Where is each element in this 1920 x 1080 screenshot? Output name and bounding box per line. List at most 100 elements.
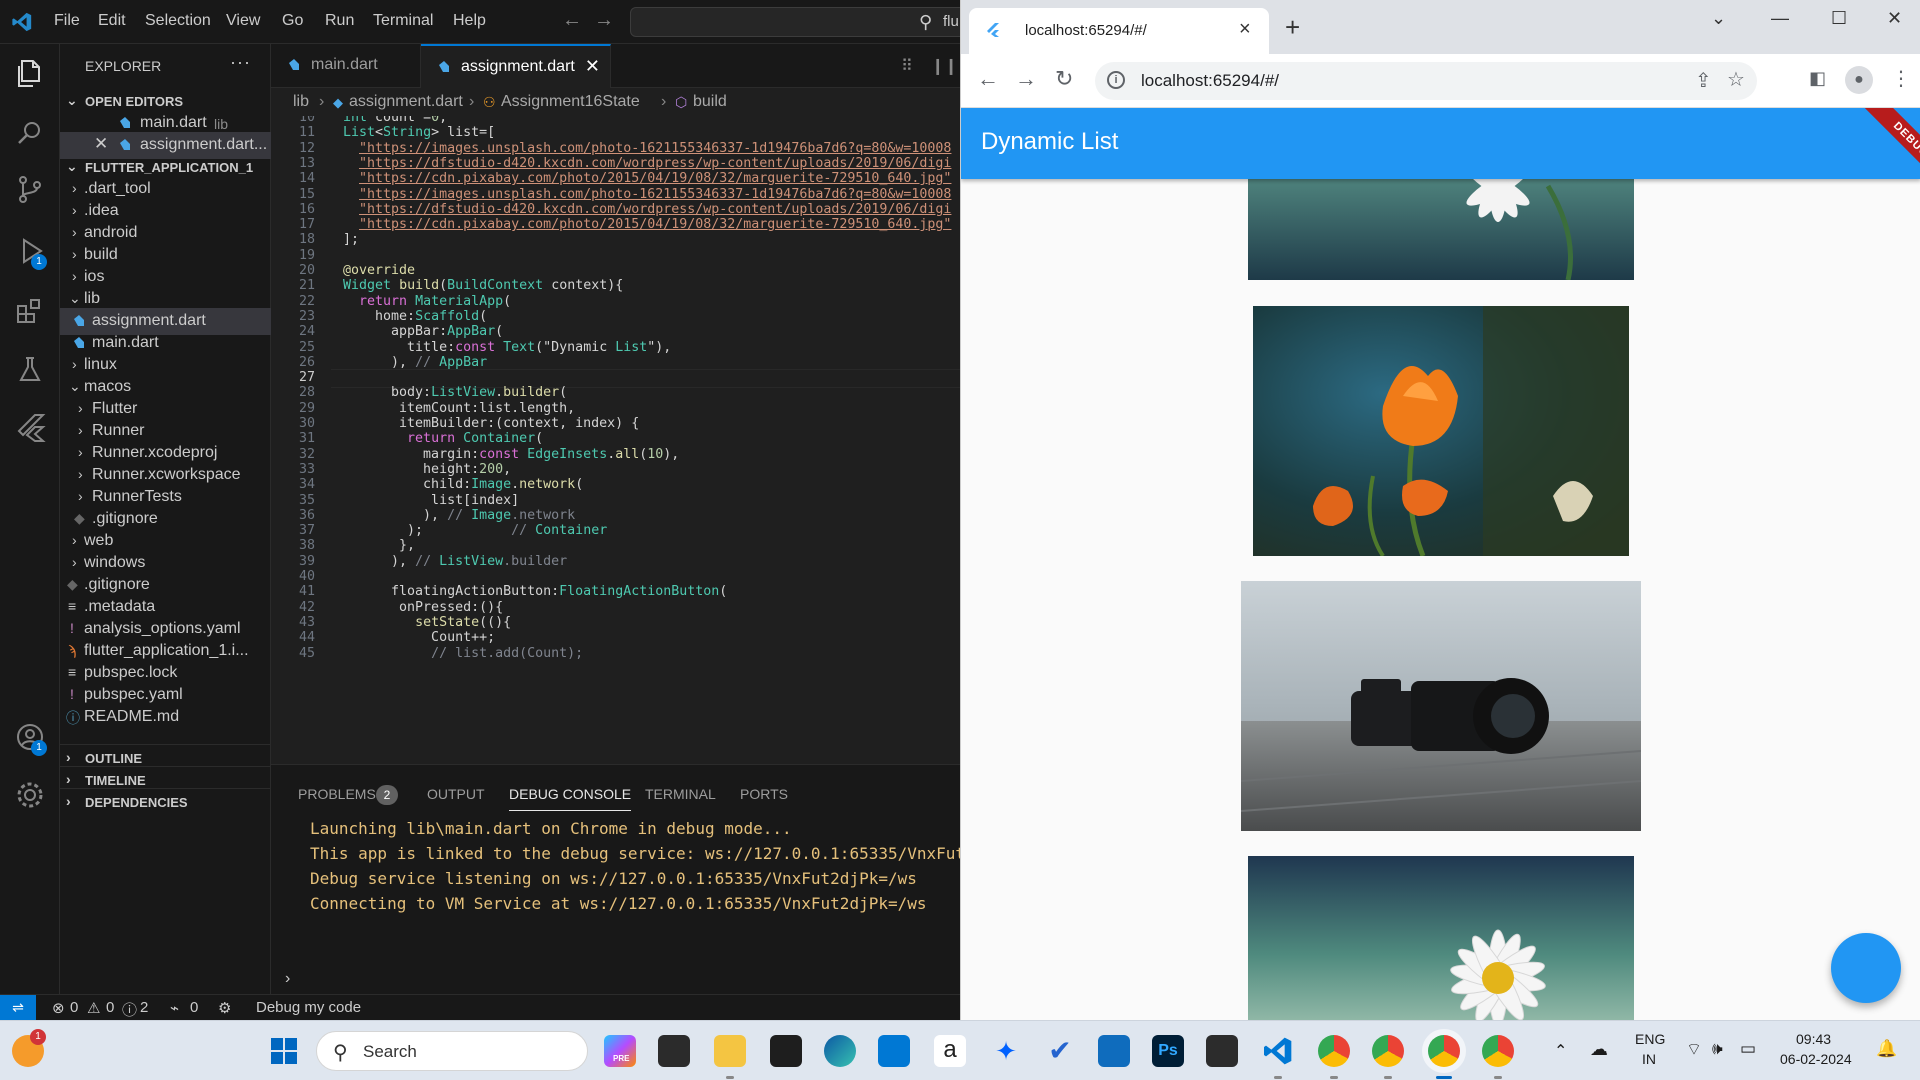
menu-run[interactable]: Run [325,12,354,30]
console-input-chevron-icon[interactable]: › [285,970,290,988]
testing-icon[interactable] [13,352,47,386]
chevron-down-icon: ⌄ [69,378,81,394]
volume-icon[interactable]: 🕪 [1712,1039,1723,1059]
dependencies-section[interactable]: › DEPENDENCIES [60,788,271,815]
error-icon[interactable]: ⊗ [52,999,65,1017]
browser-tab[interactable]: localhost:65294/#/ × [969,8,1269,54]
site-info-icon[interactable]: i [1107,71,1125,89]
chrome-icon[interactable] [1482,1035,1514,1067]
split-editor-icon[interactable]: ⠿ [901,56,913,76]
tab-output[interactable]: OUTPUT [427,786,485,802]
menu-file[interactable]: File [54,12,80,30]
reload-icon[interactable]: ↻ [1055,66,1073,92]
search-icon[interactable] [13,116,47,150]
taskbar-search[interactable]: ⚲ Search [316,1031,588,1071]
floating-action-button[interactable] [1831,933,1901,1003]
onedrive-cloud-icon[interactable]: ☁ [1590,1039,1608,1060]
edge-icon[interactable] [824,1035,856,1067]
pause-icon[interactable]: ❙❙ [931,56,958,76]
menu-terminal[interactable]: Terminal [373,12,433,30]
minimize-icon[interactable]: — [1771,8,1789,29]
close-tab-icon[interactable]: × [1239,18,1251,41]
chrome-active-icon[interactable] [1428,1035,1460,1067]
warning-icon[interactable]: ⚠ [87,999,100,1017]
flutter-icon[interactable] [13,410,47,444]
menu-go[interactable]: Go [282,12,303,30]
explorer-icon[interactable] [13,56,47,90]
copilot-icon[interactable]: PRE [604,1035,636,1067]
profile-avatar[interactable]: ● [1845,66,1873,94]
chevron-up-icon[interactable]: ⌃ [1554,1041,1567,1061]
breadcrumb-file[interactable]: assignment.dart [349,93,463,111]
microsoft-store-icon[interactable] [878,1035,910,1067]
share-icon[interactable]: ⇪ [1695,68,1712,93]
info-icon[interactable]: ⓘ [122,999,137,1020]
extensions-icon[interactable] [13,294,47,328]
tab-problems[interactable]: PROBLEMS [298,786,376,802]
menu-selection[interactable]: Selection [145,12,211,30]
tab-terminal[interactable]: TERMINAL [645,786,716,802]
menu-edit[interactable]: Edit [98,12,126,30]
side-panel-icon[interactable]: ◧ [1809,68,1826,89]
chrome-icon[interactable] [1318,1035,1350,1067]
wifi-icon[interactable]: ⌔ [1686,1039,1702,1060]
menu-help[interactable]: Help [453,12,486,30]
accounts-icon[interactable]: 1 [13,720,47,756]
vscode-taskbar-icon[interactable] [1262,1035,1294,1067]
ports-icon[interactable]: ⌁ [170,999,179,1017]
forward-icon[interactable]: → [1015,66,1037,92]
address-bar[interactable]: i localhost:65294/#/ ⇪ ☆ [1095,62,1757,100]
start-windows-icon[interactable] [268,1035,300,1067]
amazon-icon[interactable]: a [934,1035,966,1067]
photoshop-icon[interactable]: Ps [1152,1035,1184,1067]
command-center[interactable]: ⚲ flu [630,7,970,37]
bookmark-star-icon[interactable]: ☆ [1727,67,1745,92]
close-window-icon[interactable]: ✕ [1887,8,1902,29]
more-actions-icon[interactable]: ··· [230,52,251,73]
tab-ports[interactable]: PORTS [740,786,788,802]
task-view-icon[interactable] [658,1035,690,1067]
warning-count[interactable]: 0 [106,999,114,1016]
tab-search-icon[interactable]: ⌄ [1711,8,1726,29]
todo-check-icon[interactable]: ✔ [1044,1035,1076,1067]
tree-item-readme[interactable]: ⓘ README.md [60,704,271,731]
dropbox-icon[interactable]: ✦ [990,1035,1022,1067]
tab-main-dart[interactable]: main.dart [271,44,421,88]
clock-time[interactable]: 09:43 [1796,1031,1831,1047]
breadcrumb-class[interactable]: Assignment16State [501,93,640,111]
notification-bell-icon[interactable]: 🔔 [1876,1039,1897,1059]
new-tab-icon[interactable]: + [1285,12,1300,43]
cmd-icon[interactable] [1206,1035,1238,1067]
chevron-right-icon: › [72,532,77,548]
info-count[interactable]: 2 [140,999,148,1016]
clock-date[interactable]: 06-02-2024 [1780,1051,1852,1067]
back-arrow-icon[interactable]: ← [562,9,582,32]
file-explorer-icon[interactable] [714,1035,746,1067]
back-icon[interactable]: ← [977,66,999,92]
battery-icon[interactable]: ▭ [1740,1039,1756,1059]
chrome-icon[interactable] [1372,1035,1404,1067]
code-editor[interactable]: 10 int count =0; 11 List<String> list=[12 "… [271,116,960,768]
remote-icon[interactable]: ⇌ [0,995,36,1021]
breadcrumb-method[interactable]: build [693,93,727,111]
maximize-icon[interactable]: ☐ [1831,8,1847,29]
error-count[interactable]: 0 [70,999,78,1016]
terminal-app-icon[interactable] [770,1035,802,1067]
ports-count[interactable]: 0 [190,999,198,1016]
close-icon[interactable]: ✕ [585,56,600,77]
tab-debug-console[interactable]: DEBUG CONSOLE [509,786,632,811]
debug-label[interactable]: Debug my code [256,999,361,1016]
region-indicator[interactable]: IN [1642,1051,1656,1067]
run-debug-icon[interactable]: 1 [13,234,47,270]
menu-view[interactable]: View [226,12,260,30]
debug-icon[interactable]: ⚙ [218,999,231,1017]
mail-icon[interactable] [1098,1035,1130,1067]
close-icon[interactable]: ✕ [94,134,108,154]
forward-arrow-icon[interactable]: → [594,9,614,32]
source-control-icon[interactable] [13,172,47,206]
language-indicator[interactable]: ENG [1635,1031,1665,1047]
menu-kebab-icon[interactable]: ⋮ [1891,66,1911,91]
breadcrumb-lib[interactable]: lib [293,93,309,111]
gear-icon[interactable] [13,778,47,812]
tab-assignment-dart[interactable]: assignment.dart ✕ [421,44,611,88]
